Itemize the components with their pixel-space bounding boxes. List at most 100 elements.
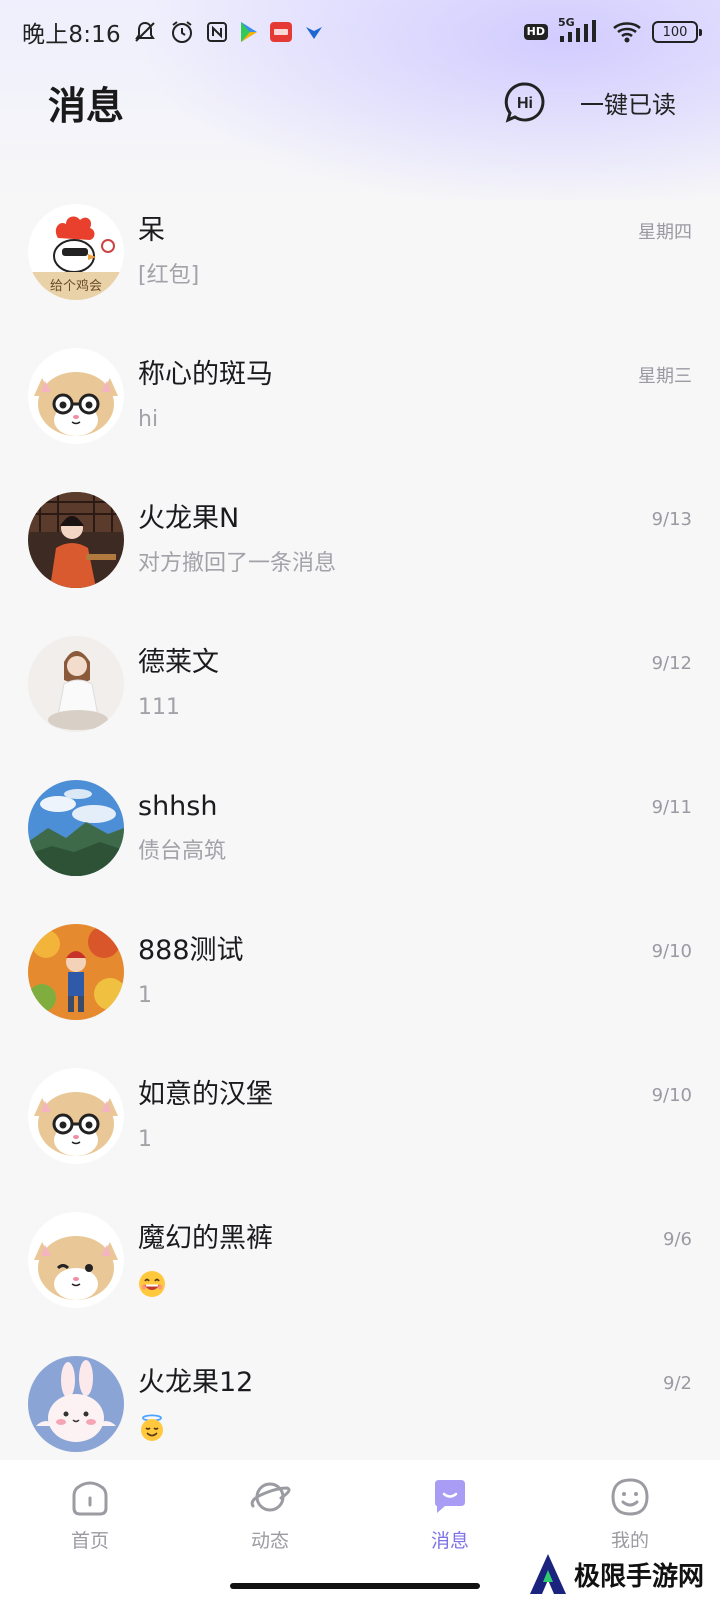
hamster-wink-avatar-image — [28, 1212, 124, 1308]
conversation-item[interactable]: 德莱文 9/12 111 — [0, 612, 720, 756]
header-actions: Hi 一键已读 — [504, 81, 676, 123]
conversation-last-message: 1 — [138, 1127, 152, 1152]
conversation-time: 9/12 — [651, 652, 692, 674]
nfc-icon — [205, 20, 229, 44]
page-title: 消息 — [48, 83, 125, 128]
woman-in-white-photo-avatar-image — [28, 636, 124, 732]
avatar[interactable] — [28, 348, 124, 444]
conversation-top-row: 魔幻的黑裤 9/6 — [138, 1221, 692, 1257]
conversation-top-row: 德莱文 9/12 — [138, 645, 692, 681]
tab-label: 动态 — [250, 1530, 289, 1552]
conversation-name: 德莱文 — [138, 647, 219, 678]
mark-all-read-button[interactable]: 一键已读 — [580, 85, 676, 120]
conversation-item[interactable]: 火龙果12 9/2 — [0, 1332, 720, 1476]
conversation-item[interactable]: 火龙果N 9/13 对方撤回了一条消息 — [0, 468, 720, 612]
conversation-item[interactable]: 给个鸡会 呆 星期四 [红包] — [0, 180, 720, 324]
conversation-time: 9/2 — [663, 1372, 692, 1394]
conversation-item[interactable]: 888测试 9/10 1 — [0, 900, 720, 1044]
conversation-top-row: 呆 星期四 — [138, 213, 692, 249]
conversation-name: 火龙果12 — [138, 1367, 254, 1398]
conversation-top-row: shhsh 9/11 — [138, 789, 692, 825]
conversation-body: 呆 星期四 [红包] — [138, 204, 692, 300]
conversation-time: 9/6 — [663, 1228, 692, 1250]
smiley-profile-icon — [607, 1474, 653, 1520]
rabbit-cartoon-avatar-image — [28, 1356, 124, 1452]
conversation-time: 9/10 — [651, 940, 692, 962]
cellular-signal-icon: 5G — [558, 16, 602, 46]
watermark: 极限手游网 — [520, 1548, 720, 1600]
grinning-face-emoji-icon — [139, 1271, 165, 1297]
conversation-body: 888测试 9/10 1 — [138, 924, 692, 1020]
conversation-item[interactable]: 魔幻的黑裤 9/6 — [0, 1188, 720, 1332]
conversation-time: 星期三 — [638, 366, 692, 387]
conversation-last-message: 债台高筑 — [138, 839, 227, 864]
conversation-last-message: 对方撤回了一条消息 — [138, 551, 337, 576]
svg-text:Hi: Hi — [517, 95, 533, 112]
conversation-last-message: 1 — [138, 983, 152, 1008]
status-bar: 晚上8:16 HD 5G 100 — [0, 0, 720, 64]
conversation-body: 火龙果N 9/13 对方撤回了一条消息 — [138, 492, 692, 588]
avatar[interactable] — [28, 1068, 124, 1164]
conversation-body: shhsh 9/11 债台高筑 — [138, 780, 692, 876]
status-right: HD 5G 100 — [523, 16, 702, 46]
conversation-item[interactable]: 如意的汉堡 9/10 1 — [0, 1044, 720, 1188]
conversation-last-message — [138, 1269, 692, 1299]
conversation-name: 888测试 — [138, 935, 244, 966]
conversation-time: 9/10 — [651, 1084, 692, 1106]
hamster-glasses-avatar-image — [28, 1068, 124, 1164]
conversation-top-row: 888测试 9/10 — [138, 933, 692, 969]
hd-badge: HD — [523, 24, 548, 40]
conversation-name: 呆 — [138, 215, 165, 246]
conversation-name: 火龙果N — [138, 503, 240, 534]
conversation-name: 如意的汉堡 — [138, 1079, 273, 1110]
alarm-clock-icon — [169, 19, 195, 45]
conversation-last-message: hi — [138, 407, 159, 432]
conversation-body: 火龙果12 9/2 — [138, 1356, 692, 1452]
woman-in-red-photo-avatar-image — [28, 492, 124, 588]
avatar[interactable] — [28, 1212, 124, 1308]
avatar[interactable] — [28, 1356, 124, 1452]
conversation-list: 给个鸡会 呆 星期四 [红包] 称心的斑马 星期三 hi 火龙果N 9/13 对… — [0, 180, 720, 1476]
conversation-name: shhsh — [138, 791, 218, 822]
conversation-time: 9/11 — [651, 796, 692, 818]
watermark-logo-icon — [530, 1554, 566, 1594]
conversation-time: 9/13 — [651, 508, 692, 530]
status-time: 晚上8:16 — [22, 22, 121, 48]
watermark-text: 极限手游网 — [574, 1561, 705, 1592]
conversation-name: 魔幻的黑裤 — [138, 1223, 273, 1254]
tab-messages[interactable]: 消息 — [360, 1474, 540, 1600]
hi-bubble-icon[interactable]: Hi — [504, 81, 546, 123]
tab-moments[interactable]: 动态 — [180, 1474, 360, 1600]
avatar[interactable] — [28, 636, 124, 732]
svg-text:给个鸡会: 给个鸡会 — [50, 278, 102, 294]
message-icon — [427, 1474, 473, 1520]
conversation-name: 称心的斑马 — [138, 359, 273, 390]
avatar[interactable] — [28, 924, 124, 1020]
conversation-top-row: 火龙果N 9/13 — [138, 501, 692, 537]
conversation-last-message: 111 — [138, 695, 180, 720]
autumn-cartoon-avatar-image — [28, 924, 124, 1020]
avatar[interactable] — [28, 780, 124, 876]
avatar[interactable] — [28, 492, 124, 588]
conversation-top-row: 火龙果12 9/2 — [138, 1365, 692, 1401]
tab-home[interactable]: 首页 — [0, 1474, 180, 1600]
avatar[interactable]: 给个鸡会 — [28, 204, 124, 300]
conversation-top-row: 称心的斑马 星期三 — [138, 357, 692, 393]
conversation-last-message — [138, 1413, 692, 1443]
home-indicator[interactable] — [230, 1583, 480, 1589]
home-icon — [67, 1474, 113, 1520]
blue-app-icon — [303, 21, 325, 43]
hamster-glasses-avatar-image — [28, 348, 124, 444]
conversation-body: 称心的斑马 星期三 hi — [138, 348, 692, 444]
conversation-body: 德莱文 9/12 111 — [138, 636, 692, 732]
mountain-landscape-photo-avatar-image — [28, 780, 124, 876]
battery-indicator: 100 — [652, 21, 702, 43]
tab-label: 首页 — [70, 1530, 109, 1552]
conversation-item[interactable]: shhsh 9/11 债台高筑 — [0, 756, 720, 900]
conversation-item[interactable]: 称心的斑马 星期三 hi — [0, 324, 720, 468]
play-store-icon — [239, 21, 259, 43]
status-left: 晚上8:16 — [22, 15, 325, 49]
conversation-body: 如意的汉堡 9/10 1 — [138, 1068, 692, 1164]
conversation-time: 星期四 — [638, 222, 692, 243]
conversation-body: 魔幻的黑裤 9/6 — [138, 1212, 692, 1308]
